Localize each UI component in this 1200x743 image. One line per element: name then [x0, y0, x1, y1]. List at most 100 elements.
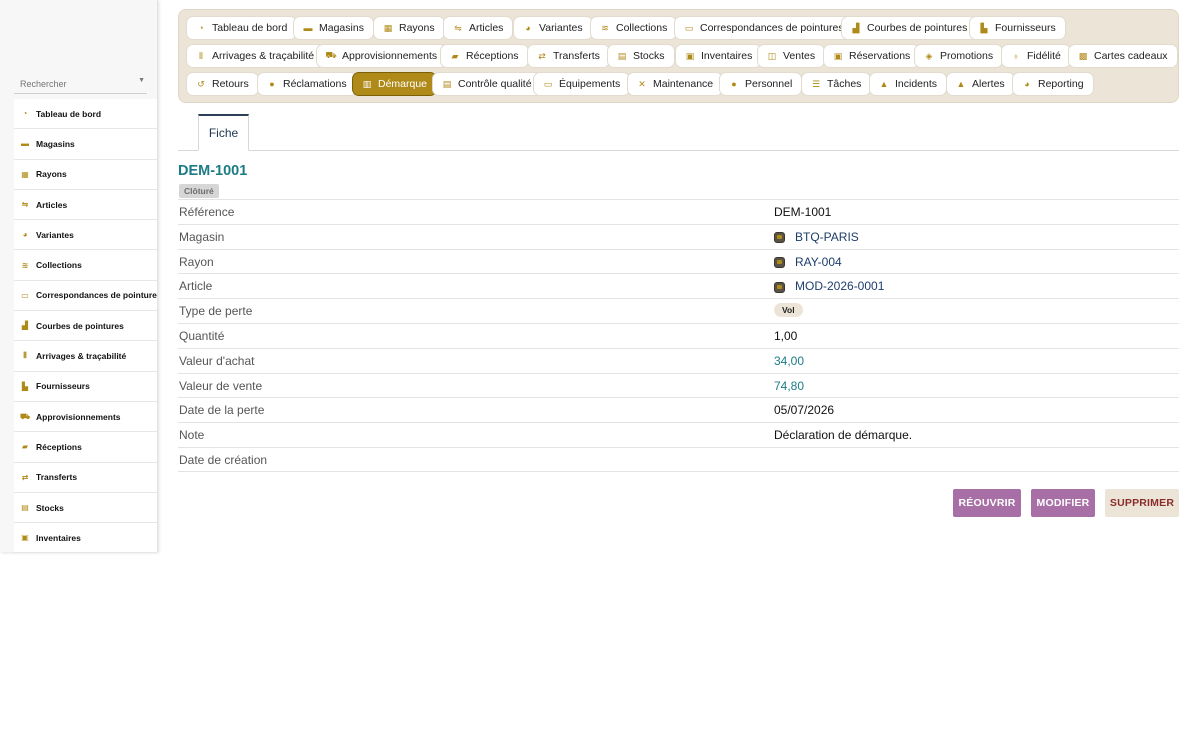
sidebar-item-label: Correspondances de pointures — [36, 290, 157, 301]
edit-button[interactable]: MODIFIER — [1031, 489, 1095, 517]
chart-icon: ▟ — [21, 321, 29, 331]
field-value-wrap: Vol — [774, 303, 803, 318]
nav-label: Tâches — [827, 78, 862, 90]
nav-label: Contrôle qualité — [458, 78, 532, 90]
nav-magasins[interactable]: ▬ Magasins — [293, 16, 374, 40]
nav-maintenance[interactable]: ✕ Maintenance — [627, 72, 724, 96]
sidebar-item-label: Magasins — [36, 138, 75, 149]
field-value[interactable]: MOD-2026-0001 — [795, 279, 884, 293]
record-tabs: Fiche — [178, 113, 1179, 151]
sidebar-item-receptions[interactable]: ▰ Réceptions — [14, 432, 157, 463]
grid-icon: ▦ — [21, 169, 29, 179]
field-value[interactable]: RAY-004 — [795, 255, 842, 269]
palette-icon: ◕ — [525, 23, 531, 33]
field-row-type-de-perte: Type de perte Vol — [178, 298, 1179, 323]
nav-ventes[interactable]: ◫ Ventes — [757, 44, 826, 68]
nav-demarque[interactable]: ▥ Démarque — [352, 72, 438, 96]
nav-fidelite[interactable]: ♁ Fidélité — [1001, 44, 1071, 68]
price-tag-icon: ◈ — [925, 50, 933, 61]
sidebar-item-label: Courbes de pointures — [36, 320, 124, 331]
rayon-link[interactable]: RAY-004 — [774, 255, 842, 269]
sidebar-item-label: Inventaires — [36, 532, 81, 543]
nav-equipements[interactable]: ▭ Équipements — [533, 72, 631, 96]
nav-cartes-cadeaux[interactable]: ▩ Cartes cadeaux — [1068, 44, 1178, 68]
field-label: Magasin — [179, 229, 225, 244]
nav-retours[interactable]: ↺ Retours — [186, 72, 259, 96]
field-row-valeur-vente: Valeur de vente 74,80 — [178, 372, 1179, 398]
nav-label: Collections — [616, 22, 668, 34]
nav-approvisionnements[interactable]: ⛟ Approvisionnements — [316, 44, 448, 68]
field-value: 1,00 — [774, 328, 798, 343]
chart-icon: ▟ — [852, 22, 860, 33]
undo-icon: ↺ — [197, 78, 205, 89]
field-label: Quantité — [179, 328, 225, 343]
sidebar-item-label: Réceptions — [36, 441, 82, 452]
sidebar-item-courbes[interactable]: ▟ Courbes de pointures — [14, 311, 157, 342]
field-row-valeur-achat: Valeur d'achat 34,00 — [178, 347, 1179, 373]
nav-label: Promotions — [940, 50, 994, 62]
sidebar-item-articles[interactable]: ⇋ Articles — [14, 190, 157, 221]
sidebar-item-inventaires[interactable]: ▣ Inventaires — [14, 523, 157, 554]
nav-stocks[interactable]: ▤ Stocks — [607, 44, 675, 68]
ruler-icon: ▭ — [684, 22, 694, 33]
dashboard-icon: ◔ — [22, 109, 28, 119]
sidebar-item-correspondances[interactable]: ▭ Correspondances de pointures — [14, 281, 157, 312]
nav-arrivages[interactable]: ⦀ Arrivages & traçabilité — [186, 44, 325, 68]
nav-label: Courbes de pointures — [867, 22, 968, 34]
nav-courbes[interactable]: ▟ Courbes de pointures — [841, 16, 978, 40]
sidebar-item-approvisionnements[interactable]: ⛟ Approvisionnements — [14, 402, 157, 433]
nav-collections[interactable]: ≋ Collections — [590, 16, 678, 40]
delete-button[interactable]: SUPPRIMER — [1105, 489, 1179, 517]
nav-label: Fidélité — [1027, 50, 1061, 62]
nav-label: Arrivages & traçabilité — [212, 50, 315, 62]
nav-articles[interactable]: ⇋ Articles — [443, 16, 514, 40]
nav-promotions[interactable]: ◈ Promotions — [914, 44, 1004, 68]
nav-personnel[interactable]: ● Personnel — [719, 72, 803, 96]
nav-alertes[interactable]: ▲ Alertes — [946, 72, 1015, 96]
nav-transferts[interactable]: ⇄ Transferts — [527, 44, 610, 68]
sidebar-item-fournisseurs[interactable]: ▙ Fournisseurs — [14, 372, 157, 402]
sidebar-search[interactable]: ▼ — [14, 54, 147, 94]
nav-reporting[interactable]: ◕ Reporting — [1012, 72, 1094, 96]
page-title: DEM-1001 — [178, 163, 248, 179]
truck-icon: ▰ — [21, 442, 29, 452]
sidebar-item-collections[interactable]: ≋ Collections — [14, 250, 157, 281]
nav-label: Démarque — [378, 78, 428, 90]
sidebar-item-magasins[interactable]: ▬ Magasins — [14, 129, 157, 160]
transfer-icon: ⇄ — [538, 50, 546, 61]
monitor-icon: ▭ — [543, 78, 553, 89]
search-input[interactable] — [14, 79, 147, 94]
nav-reclamations[interactable]: ● Réclamations — [257, 72, 357, 96]
sidebar-item-variantes[interactable]: ◕ Variantes — [14, 220, 157, 251]
article-link[interactable]: MOD-2026-0001 — [774, 279, 884, 293]
nav-taches[interactable]: ☰ Tâches — [801, 72, 872, 96]
sidebar-item-transferts[interactable]: ⇄ Transferts — [14, 463, 157, 493]
field-row-date-perte: Date de la perte 05/07/2026 — [178, 397, 1179, 422]
sidebar-item-tableau-de-bord[interactable]: ◔ Tableau de bord — [14, 99, 157, 130]
field-label: Note — [179, 428, 205, 443]
nav-correspondances[interactable]: ▭ Correspondances de pointures — [674, 16, 854, 40]
nav-controle-qualite[interactable]: ▤ Contrôle qualité — [432, 72, 542, 96]
nav-reservations[interactable]: ▣ Réservations — [823, 44, 921, 68]
magasin-link[interactable]: BTQ-PARIS — [774, 230, 859, 244]
chevron-down-icon[interactable]: ▼ — [138, 77, 145, 84]
nav-incidents[interactable]: ▲ Incidents — [869, 72, 948, 96]
nav-rayons[interactable]: ▦ Rayons — [373, 16, 445, 40]
nav-fournisseurs[interactable]: ▙ Fournisseurs — [969, 16, 1066, 40]
reopen-button[interactable]: RÉOUVRIR — [953, 489, 1021, 517]
sidebar-item-stocks[interactable]: ▤ Stocks — [14, 493, 157, 524]
tab-fiche[interactable]: Fiche — [198, 114, 249, 151]
nav-tableau-de-bord[interactable]: ◔ Tableau de bord — [186, 16, 298, 40]
nav-receptions[interactable]: ▰ Réceptions — [440, 44, 529, 68]
loss-type-badge: Vol — [774, 303, 803, 318]
sidebar-item-rayons[interactable]: ▦ Rayons — [14, 160, 157, 190]
nav-label: Rayons — [399, 22, 435, 34]
store-icon: ▬ — [303, 23, 313, 33]
field-value[interactable]: BTQ-PARIS — [795, 230, 859, 244]
sidebar-item-arrivages[interactable]: ⦀ Arrivages & traçabilité — [14, 341, 157, 372]
nav-label: Réservations — [849, 50, 911, 62]
field-row-date-creation: Date de création — [178, 446, 1179, 472]
nav-inventaires[interactable]: ▣ Inventaires — [675, 44, 763, 68]
nav-variantes[interactable]: ◕ Variantes — [513, 16, 593, 40]
tag-icon: ⇋ — [454, 22, 462, 33]
